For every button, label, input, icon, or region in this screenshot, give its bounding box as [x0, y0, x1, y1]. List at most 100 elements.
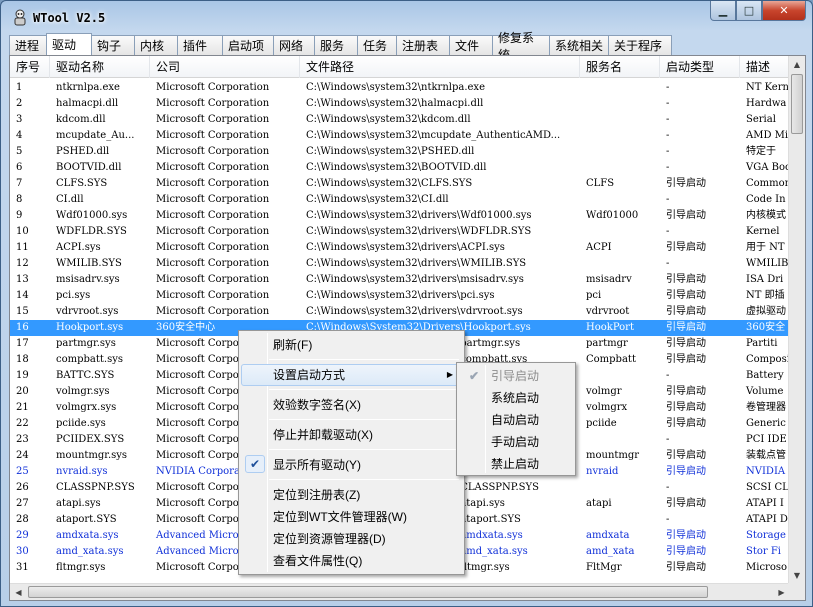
col-service-name-header[interactable]: 服务名 — [580, 56, 660, 78]
tab-12[interactable]: 系统相关 — [549, 35, 609, 55]
menu-separator — [269, 389, 459, 390]
scroll-up-icon[interactable]: ▲ — [789, 56, 805, 73]
file-path-cell: C:\Windows\system32\drivers\vdrvroot.sys — [306, 306, 523, 317]
tab-2[interactable]: 钩子 — [91, 35, 135, 55]
tab-5[interactable]: 启动项 — [222, 35, 274, 55]
description-cell: Generic — [746, 418, 786, 429]
tab-13[interactable]: 关于程序 — [608, 35, 672, 55]
col-file-path-header[interactable]: 文件路径 — [300, 56, 580, 78]
start-type-cell: 引导启动 — [666, 306, 706, 317]
close-icon: ✕ — [779, 4, 789, 17]
tab-7[interactable]: 服务 — [314, 35, 358, 55]
driver-name-cell: ntkrnlpa.exe — [56, 82, 120, 93]
horizontal-scrollbar[interactable]: ◀ ▶ — [10, 583, 790, 600]
driver-name-cell: PSHED.dll — [56, 146, 110, 157]
minimize-button[interactable]: ▁ — [710, 1, 736, 21]
table-row[interactable]: 2 halmacpi.dll Microsoft Corporation C:\Win… — [10, 96, 790, 112]
manual-start-item[interactable]: 手动启动 — [459, 431, 573, 453]
start-type-cell: 引导启动 — [666, 210, 706, 221]
company-cell: Microsoft Corporation — [156, 146, 270, 157]
tab-bar: 进程驱动钩子内核插件启动项网络服务任务注册表文件修复系统系统相关关于程序 — [9, 31, 672, 62]
col-seq-header[interactable]: 序号 — [10, 56, 50, 78]
start-type-cell: - — [666, 514, 670, 525]
vertical-scroll-thumb[interactable] — [791, 74, 803, 134]
seq-cell: 4 — [16, 130, 23, 141]
scroll-left-icon[interactable]: ◀ — [10, 584, 27, 600]
col-start-type-header[interactable]: 启动类型 — [660, 56, 740, 78]
startup-type-submenu: 引导启动 ✔ 系统启动 自动启动 手动启动 禁止启动 — [456, 362, 576, 476]
tab-1[interactable]: 驱动 — [46, 33, 92, 55]
close-button[interactable]: ✕ — [762, 1, 806, 21]
disabled-start-item[interactable]: 禁止启动 — [459, 453, 573, 475]
tab-4[interactable]: 插件 — [177, 35, 223, 55]
locate-explorer-item[interactable]: 定位到资源管理器(D) — [241, 528, 462, 550]
table-row[interactable]: 5 PSHED.dll Microsoft Corporation C:\Window… — [10, 144, 790, 160]
tab-0[interactable]: 进程 — [9, 35, 47, 55]
service-name-cell: msisadrv — [586, 274, 632, 285]
file-path-cell: C:\Windows\system32\CI.dll — [306, 194, 449, 205]
table-row[interactable]: 7 CLFS.SYS Microsoft Corporation C:\Windows… — [10, 176, 790, 192]
table-row[interactable]: 6 BOOTVID.dll Microsoft Corporation C:\Wind… — [10, 160, 790, 176]
vertical-scrollbar[interactable]: ▲ ▼ — [788, 56, 805, 584]
table-row[interactable]: 15 vdrvroot.sys Microsoft Corporation C:\Wi… — [10, 304, 790, 320]
maximize-button[interactable]: □ — [736, 1, 762, 21]
service-name-cell: vdrvroot — [586, 306, 630, 317]
menu-item-label: 刷新(F) — [273, 338, 313, 352]
service-name-cell — [580, 128, 660, 144]
tab-3[interactable]: 内核 — [134, 35, 178, 55]
table-row[interactable]: 12 WMILIB.SYS Microsoft Corporation C:\Wind… — [10, 256, 790, 272]
tab-9[interactable]: 注册表 — [396, 35, 450, 55]
service-name-cell: HookPort — [586, 322, 634, 333]
table-row[interactable]: 3 kdcom.dll Microsoft Corporation C:\Window… — [10, 112, 790, 128]
seq-cell: 3 — [16, 114, 23, 125]
col-company-header[interactable]: 公司 — [150, 56, 300, 78]
seq-cell: 15 — [16, 306, 29, 317]
start-type-cell: - — [666, 194, 670, 205]
table-row[interactable]: 13 msisadrv.sys Microsoft Corporation C:\Wi… — [10, 272, 790, 288]
start-type-cell: 引导启动 — [666, 466, 706, 477]
submenu-item-label: 引导启动 — [491, 369, 540, 383]
tab-6[interactable]: 网络 — [273, 35, 315, 55]
boot-start-item[interactable]: 引导启动 ✔ — [459, 365, 573, 387]
driver-name-cell: volmgr.sys — [56, 386, 110, 397]
title-bar[interactable]: WTool V2.5 ▁ □ ✕ — [1, 1, 812, 35]
start-type-cell: 引导启动 — [666, 386, 706, 397]
tab-10[interactable]: 文件 — [449, 35, 493, 55]
show-all-drivers-item[interactable]: 显示所有驱动(Y) ✔ — [241, 454, 462, 476]
stop-unload-driver-item[interactable]: 停止并卸载驱动(X) — [241, 424, 462, 446]
horizontal-scroll-thumb[interactable] — [28, 586, 708, 598]
table-row[interactable]: 10 WDFLDR.SYS Microsoft Corporation C:\Wind… — [10, 224, 790, 240]
view-file-properties-item[interactable]: 查看文件属性(Q) — [241, 550, 462, 572]
system-start-item[interactable]: 系统启动 — [459, 387, 573, 409]
file-path-cell: C:\Windows\system32\BOOTVID.dll — [306, 162, 487, 173]
set-startup-type-item[interactable]: 设置启动方式 ▶ — [241, 364, 462, 386]
verify-signature-item[interactable]: 效验数字签名(X) — [241, 394, 462, 416]
description-cell: WMILIB — [746, 258, 789, 269]
driver-name-cell: CLASSPNP.SYS — [56, 482, 135, 493]
refresh-item[interactable]: 刷新(F) — [241, 334, 462, 356]
col-driver-name-header[interactable]: 驱动名称 — [50, 56, 150, 78]
start-type-cell: 引导启动 — [666, 498, 706, 509]
table-row[interactable]: 4 mcupdate_Au... Microsoft Corporation C:\W… — [10, 128, 790, 144]
context-menu: 刷新(F) 设置启动方式 ▶ 效验数字签名(X) 停止并卸载驱动(X) 显示所有驱动(Y)… — [238, 330, 465, 575]
tab-8[interactable]: 任务 — [357, 35, 397, 55]
table-row[interactable]: 1 ntkrnlpa.exe Microsoft Corporation C:\Win… — [10, 80, 790, 96]
tab-11[interactable]: 修复系统 — [492, 31, 550, 62]
col-description-header[interactable]: 描述 — [740, 56, 790, 78]
service-name-cell: nvraid — [586, 466, 619, 477]
table-row[interactable]: 8 CI.dll Microsoft Corporation C:\Windows\s… — [10, 192, 790, 208]
seq-cell: 27 — [16, 498, 29, 509]
table-row[interactable]: 11 ACPI.sys Microsoft Corporation C:\Window… — [10, 240, 790, 256]
description-cell: 虚拟驱动 — [746, 306, 786, 317]
scroll-down-icon[interactable]: ▼ — [789, 567, 805, 584]
locate-wt-file-manager-item[interactable]: 定位到WT文件管理器(W) — [241, 506, 462, 528]
start-type-cell: - — [666, 114, 670, 125]
table-row[interactable]: 14 pci.sys Microsoft Corporation C:\Windows… — [10, 288, 790, 304]
description-cell: ATAPI I — [746, 498, 784, 509]
start-type-cell: 引导启动 — [666, 562, 706, 573]
table-row[interactable]: 9 Wdf01000.sys Microsoft Corporation C:\Win… — [10, 208, 790, 224]
seq-cell: 8 — [16, 194, 23, 205]
locate-registry-item[interactable]: 定位到注册表(Z) — [241, 484, 462, 506]
auto-start-item[interactable]: 自动启动 — [459, 409, 573, 431]
service-name-cell — [580, 144, 660, 160]
